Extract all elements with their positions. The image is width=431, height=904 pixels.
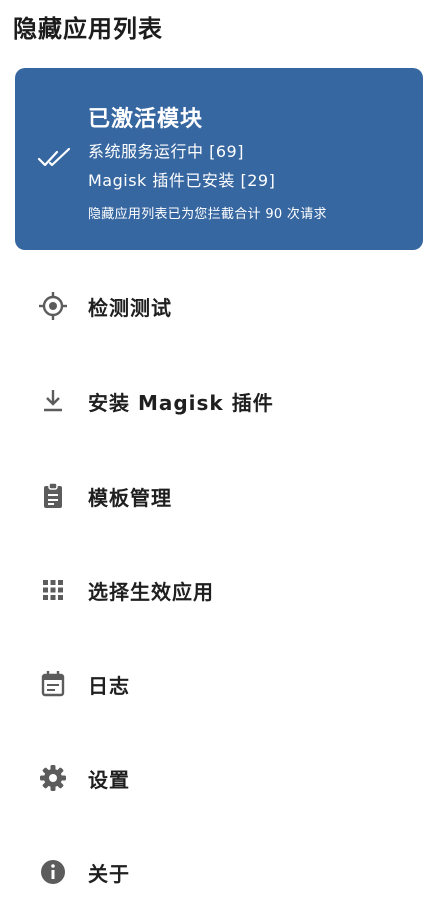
app-title: 隐藏应用列表 xyxy=(13,15,163,43)
menu-item-label: 设置 xyxy=(88,767,130,792)
menu-item-logs[interactable]: 日志 xyxy=(0,654,431,714)
service-status-text: 系统服务运行中 [69] xyxy=(88,142,244,161)
menu-item-about[interactable]: 关于 xyxy=(0,842,431,902)
menu-item-label: 模板管理 xyxy=(88,485,172,510)
download-icon xyxy=(38,386,68,416)
target-icon xyxy=(38,291,68,321)
menu-item-select-apps[interactable]: 选择生效应用 xyxy=(0,560,431,620)
menu-item-label: 关于 xyxy=(88,861,130,886)
magisk-status-text: Magisk 插件已安装 [29] xyxy=(88,171,276,190)
menu-item-install-magisk[interactable]: 安装 Magisk 插件 xyxy=(0,371,431,431)
menu-item-label: 安装 Magisk 插件 xyxy=(88,390,274,415)
menu-item-label: 选择生效应用 xyxy=(88,579,214,604)
menu-item-label: 日志 xyxy=(88,673,130,698)
menu-item-label: 检测测试 xyxy=(88,295,172,320)
double-check-icon xyxy=(37,147,71,167)
menu-item-template-management[interactable]: 模板管理 xyxy=(0,466,431,526)
menu-item-detection-test[interactable]: 检测测试 xyxy=(0,276,431,336)
intercept-summary-text: 隐藏应用列表已为您拦截合计 90 次请求 xyxy=(88,207,327,222)
gear-icon xyxy=(38,763,68,793)
menu-item-settings[interactable]: 设置 xyxy=(0,748,431,808)
info-icon xyxy=(38,857,68,887)
apps-grid-icon xyxy=(38,575,68,605)
clipboard-icon xyxy=(38,481,68,511)
calendar-icon xyxy=(38,669,68,699)
module-status-title: 已激活模块 xyxy=(88,107,204,132)
